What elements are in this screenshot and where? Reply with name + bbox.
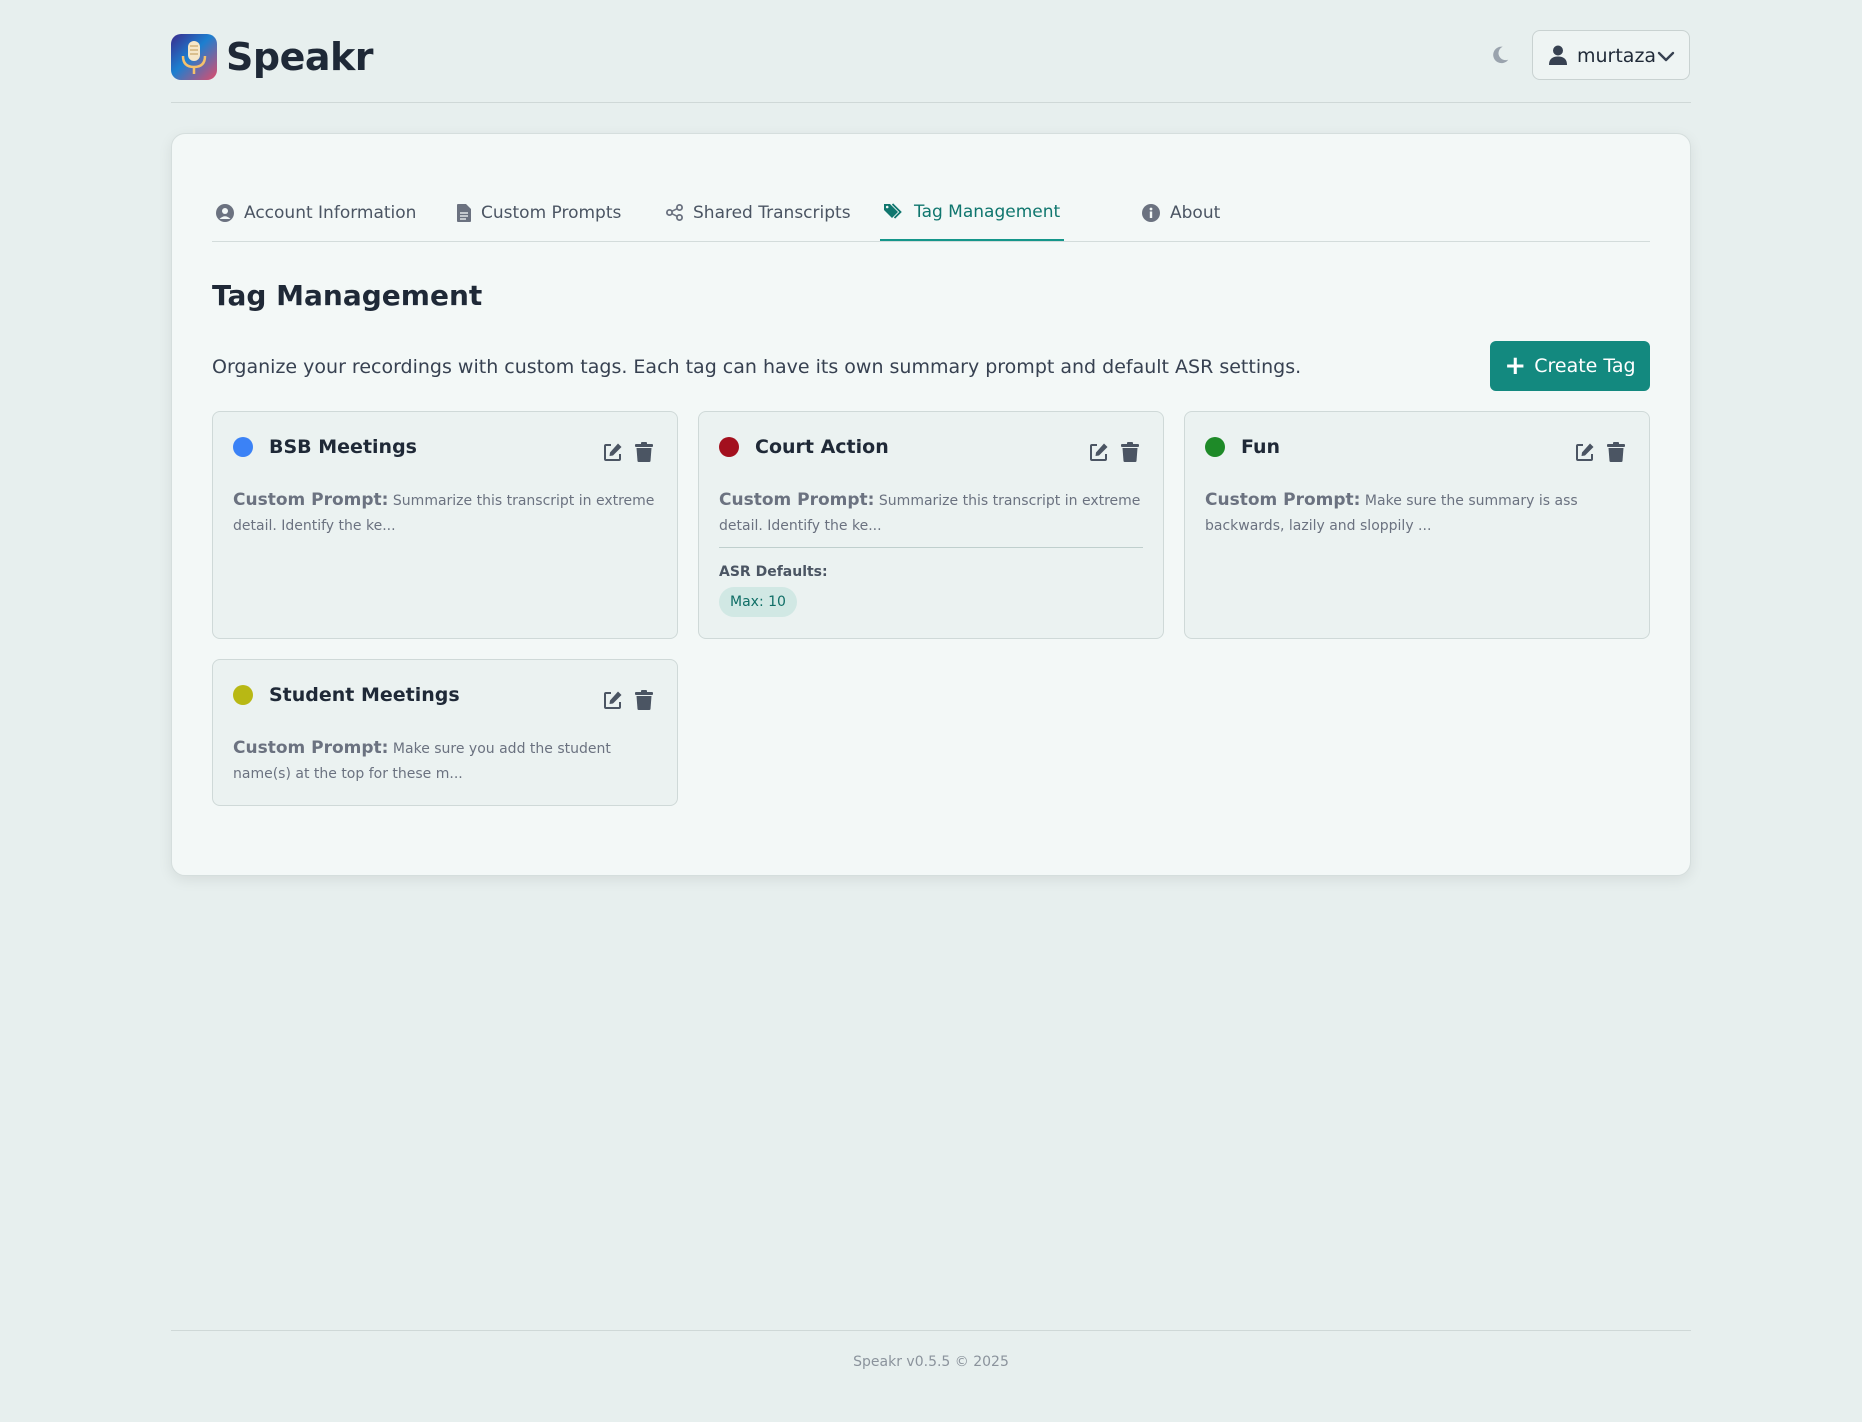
tab-about[interactable]: About: [1142, 184, 1220, 241]
tab-label: Tag Management: [914, 201, 1061, 222]
tab-label: Shared Transcripts: [693, 202, 851, 223]
user-icon: [1549, 45, 1567, 69]
tab-shared-transcripts[interactable]: Shared Transcripts: [666, 184, 851, 241]
tag-card: Court Action Custom Prompt: Summarize th…: [698, 411, 1164, 639]
settings-card: Account Information Custom Prompts Share…: [171, 133, 1691, 876]
plus-icon: +: [1504, 351, 1527, 381]
tab-account-information[interactable]: Account Information: [216, 184, 416, 241]
tag-color-dot: [1205, 437, 1225, 457]
asr-defaults-label: ASR Defaults:: [719, 564, 828, 580]
document-icon: [457, 203, 471, 222]
user-menu-button[interactable]: murtaza: [1532, 30, 1690, 80]
user-circle-icon: [216, 203, 234, 222]
tag-name: BSB Meetings: [269, 436, 417, 458]
custom-prompt-label: Custom Prompt:: [233, 738, 389, 758]
edit-icon[interactable]: [603, 690, 623, 710]
trash-icon[interactable]: [1121, 442, 1141, 462]
tag-name: Court Action: [755, 436, 889, 458]
footer-divider: [171, 1330, 1691, 1331]
tag-prompt: Custom Prompt: Make sure the summary is …: [1205, 488, 1629, 539]
tag-card: Student Meetings Custom Prompt: Make sur…: [212, 659, 678, 806]
trash-icon[interactable]: [1607, 442, 1627, 462]
tag-card: BSB Meetings Custom Prompt: Summarize th…: [212, 411, 678, 639]
page-title: Tag Management: [212, 279, 483, 312]
tab-label: About: [1170, 202, 1221, 223]
page-description: Organize your recordings with custom tag…: [212, 356, 1302, 378]
tab-tag-management[interactable]: Tag Management: [880, 184, 1065, 241]
edit-icon[interactable]: [1089, 442, 1109, 462]
custom-prompt-label: Custom Prompt:: [233, 490, 389, 510]
custom-prompt-label: Custom Prompt:: [1205, 490, 1361, 510]
create-tag-label: Create Tag: [1534, 355, 1636, 377]
footer-text: Speakr v0.5.5 © 2025: [853, 1354, 1009, 1370]
chevron-down-icon: [1657, 48, 1675, 67]
microphone-logo-icon: [171, 34, 217, 80]
create-tag-button[interactable]: + Create Tag: [1490, 341, 1650, 391]
asr-max-badge: Max: 10: [719, 587, 797, 617]
trash-icon[interactable]: [635, 690, 655, 710]
custom-prompt-label: Custom Prompt:: [719, 490, 875, 510]
top-header: Speakr murtaza: [171, 0, 1691, 103]
username-label: murtaza: [1577, 45, 1657, 67]
settings-tabs: Account Information Custom Prompts Share…: [212, 184, 1650, 242]
tag-color-dot: [719, 437, 739, 457]
trash-icon[interactable]: [635, 442, 655, 462]
tag-name: Student Meetings: [269, 684, 460, 706]
edit-icon[interactable]: [603, 442, 623, 462]
share-icon: [666, 204, 683, 221]
moon-icon[interactable]: [1489, 44, 1513, 68]
tag-color-dot: [233, 685, 253, 705]
tag-name: Fun: [1241, 436, 1281, 458]
info-circle-icon: [1142, 203, 1160, 222]
tag-prompt: Custom Prompt: Summarize this transcript…: [719, 488, 1143, 539]
tab-label: Account Information: [244, 202, 417, 223]
tag-prompt: Custom Prompt: Summarize this transcript…: [233, 488, 657, 539]
tag-prompt: Custom Prompt: Make sure you add the stu…: [233, 736, 657, 787]
tag-card: Fun Custom Prompt: Make sure the summary…: [1184, 411, 1650, 639]
tab-custom-prompts[interactable]: Custom Prompts: [457, 184, 621, 241]
edit-icon[interactable]: [1575, 442, 1595, 462]
app-brand-name: Speakr: [226, 35, 374, 79]
divider: [719, 547, 1143, 548]
tag-color-dot: [233, 437, 253, 457]
tab-label: Custom Prompts: [481, 202, 622, 223]
tags-icon: [884, 202, 902, 219]
